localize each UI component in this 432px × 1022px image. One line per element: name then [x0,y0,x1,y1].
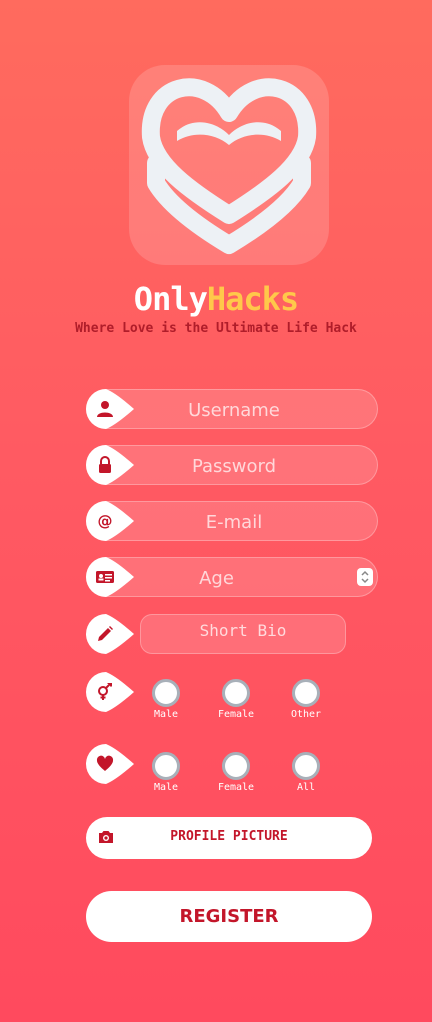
gender-label-other: Other [290,709,322,720]
age-badge [86,557,134,597]
lock-icon [99,456,111,473]
interest-radio-male[interactable] [152,752,180,780]
bio-field[interactable] [140,614,346,654]
interest-radio-all[interactable] [292,752,320,780]
age-stepper[interactable] [357,568,373,586]
password-badge [86,445,134,485]
tagline: Where Love is the Ultimate Life Hack [75,321,357,336]
app-title-part2: Hacks [206,280,299,318]
gender-radio-male[interactable] [152,679,180,707]
interest-label-female: Female [217,782,255,793]
profile-picture-label: PROFILE PICTURE [170,829,288,844]
gender-label-female: Female [217,709,255,720]
gender-label-male: Male [153,709,179,720]
profile-picture-button[interactable]: PROFILE PICTURE [86,817,372,859]
stepper-arrows-icon [361,570,369,584]
pencil-icon [98,626,113,641]
username-badge [86,389,134,429]
gender-icon [98,683,112,700]
heart-logo-icon [141,78,317,254]
bio-badge [86,614,134,654]
app-logo [129,65,329,265]
interest-badge [86,744,134,784]
gender-radio-other[interactable] [292,679,320,707]
heart-icon [96,755,114,771]
id-card-icon [96,571,114,583]
user-icon [97,401,113,417]
interest-radio-female[interactable] [222,752,250,780]
gender-badge [86,672,134,712]
username-input[interactable] [127,390,341,430]
age-input[interactable] [117,558,331,598]
gender-radio-female[interactable] [222,679,250,707]
interest-label-male: Male [153,782,179,793]
email-input[interactable] [127,502,341,542]
at-icon: @ [98,512,113,530]
app-title-part1: Only [133,280,208,318]
email-badge: @ [86,501,134,541]
interest-label-all: All [296,782,316,793]
svg-text:@: @ [98,512,113,530]
bio-textarea[interactable] [141,615,345,653]
password-input[interactable] [127,446,341,486]
register-button[interactable]: REGISTER [86,891,372,942]
app-title: OnlyHacks [0,280,432,318]
